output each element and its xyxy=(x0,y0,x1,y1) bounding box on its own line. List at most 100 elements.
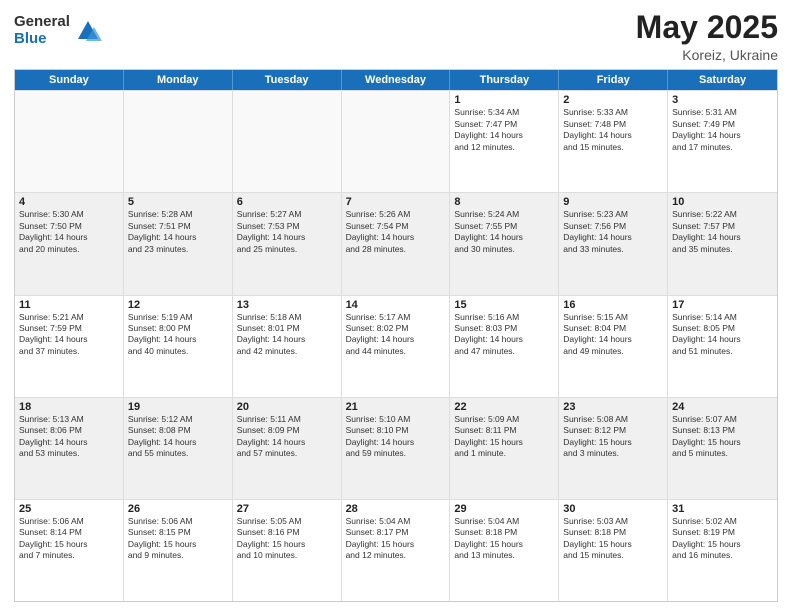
cell-info: Sunrise: 5:05 AMSunset: 8:16 PMDaylight:… xyxy=(237,516,337,562)
day-number: 18 xyxy=(19,401,119,413)
calendar-row-0: 1Sunrise: 5:34 AMSunset: 7:47 PMDaylight… xyxy=(15,90,777,192)
day-number: 8 xyxy=(454,196,554,208)
header-day-saturday: Saturday xyxy=(668,70,777,90)
cal-cell xyxy=(124,91,233,192)
cal-cell: 18Sunrise: 5:13 AMSunset: 8:06 PMDayligh… xyxy=(15,398,124,499)
day-number: 15 xyxy=(454,299,554,311)
day-number: 10 xyxy=(672,196,773,208)
cell-info: Sunrise: 5:04 AMSunset: 8:17 PMDaylight:… xyxy=(346,516,446,562)
cal-cell xyxy=(233,91,342,192)
cal-cell: 19Sunrise: 5:12 AMSunset: 8:08 PMDayligh… xyxy=(124,398,233,499)
day-number: 27 xyxy=(237,503,337,515)
logo-text: General Blue xyxy=(14,14,70,47)
day-number: 17 xyxy=(672,299,773,311)
header: General Blue May 2025 Koreiz, Ukraine xyxy=(14,10,778,63)
day-number: 30 xyxy=(563,503,663,515)
calendar-row-3: 18Sunrise: 5:13 AMSunset: 8:06 PMDayligh… xyxy=(15,397,777,499)
day-number: 25 xyxy=(19,503,119,515)
cell-info: Sunrise: 5:23 AMSunset: 7:56 PMDaylight:… xyxy=(563,209,663,255)
day-number: 9 xyxy=(563,196,663,208)
day-number: 16 xyxy=(563,299,663,311)
day-number: 24 xyxy=(672,401,773,413)
cal-cell: 11Sunrise: 5:21 AMSunset: 7:59 PMDayligh… xyxy=(15,296,124,397)
cell-info: Sunrise: 5:16 AMSunset: 8:03 PMDaylight:… xyxy=(454,312,554,358)
calendar-row-2: 11Sunrise: 5:21 AMSunset: 7:59 PMDayligh… xyxy=(15,295,777,397)
day-number: 1 xyxy=(454,94,554,106)
calendar-body: 1Sunrise: 5:34 AMSunset: 7:47 PMDaylight… xyxy=(15,90,777,601)
cal-cell: 3Sunrise: 5:31 AMSunset: 7:49 PMDaylight… xyxy=(668,91,777,192)
day-number: 12 xyxy=(128,299,228,311)
cell-info: Sunrise: 5:15 AMSunset: 8:04 PMDaylight:… xyxy=(563,312,663,358)
month-year: May 2025 xyxy=(636,10,778,45)
cell-info: Sunrise: 5:13 AMSunset: 8:06 PMDaylight:… xyxy=(19,414,119,460)
day-number: 28 xyxy=(346,503,446,515)
cal-cell: 10Sunrise: 5:22 AMSunset: 7:57 PMDayligh… xyxy=(668,193,777,294)
calendar-row-4: 25Sunrise: 5:06 AMSunset: 8:14 PMDayligh… xyxy=(15,499,777,601)
day-number: 29 xyxy=(454,503,554,515)
cell-info: Sunrise: 5:24 AMSunset: 7:55 PMDaylight:… xyxy=(454,209,554,255)
cell-info: Sunrise: 5:04 AMSunset: 8:18 PMDaylight:… xyxy=(454,516,554,562)
cell-info: Sunrise: 5:14 AMSunset: 8:05 PMDaylight:… xyxy=(672,312,773,358)
day-number: 7 xyxy=(346,196,446,208)
header-day-monday: Monday xyxy=(124,70,233,90)
calendar-header: SundayMondayTuesdayWednesdayThursdayFrid… xyxy=(15,70,777,90)
cal-cell: 30Sunrise: 5:03 AMSunset: 8:18 PMDayligh… xyxy=(559,500,668,601)
cell-info: Sunrise: 5:28 AMSunset: 7:51 PMDaylight:… xyxy=(128,209,228,255)
title-block: May 2025 Koreiz, Ukraine xyxy=(636,10,778,63)
cell-info: Sunrise: 5:30 AMSunset: 7:50 PMDaylight:… xyxy=(19,209,119,255)
cell-info: Sunrise: 5:02 AMSunset: 8:19 PMDaylight:… xyxy=(672,516,773,562)
cell-info: Sunrise: 5:18 AMSunset: 8:01 PMDaylight:… xyxy=(237,312,337,358)
cal-cell: 20Sunrise: 5:11 AMSunset: 8:09 PMDayligh… xyxy=(233,398,342,499)
cell-info: Sunrise: 5:03 AMSunset: 8:18 PMDaylight:… xyxy=(563,516,663,562)
cal-cell xyxy=(342,91,451,192)
day-number: 26 xyxy=(128,503,228,515)
cal-cell: 12Sunrise: 5:19 AMSunset: 8:00 PMDayligh… xyxy=(124,296,233,397)
cal-cell: 31Sunrise: 5:02 AMSunset: 8:19 PMDayligh… xyxy=(668,500,777,601)
cal-cell: 24Sunrise: 5:07 AMSunset: 8:13 PMDayligh… xyxy=(668,398,777,499)
day-number: 20 xyxy=(237,401,337,413)
logo-general: General xyxy=(14,14,70,31)
header-day-wednesday: Wednesday xyxy=(342,70,451,90)
cal-cell: 22Sunrise: 5:09 AMSunset: 8:11 PMDayligh… xyxy=(450,398,559,499)
cell-info: Sunrise: 5:12 AMSunset: 8:08 PMDaylight:… xyxy=(128,414,228,460)
cal-cell: 8Sunrise: 5:24 AMSunset: 7:55 PMDaylight… xyxy=(450,193,559,294)
cal-cell: 23Sunrise: 5:08 AMSunset: 8:12 PMDayligh… xyxy=(559,398,668,499)
cal-cell: 13Sunrise: 5:18 AMSunset: 8:01 PMDayligh… xyxy=(233,296,342,397)
cell-info: Sunrise: 5:06 AMSunset: 8:15 PMDaylight:… xyxy=(128,516,228,562)
cal-cell: 28Sunrise: 5:04 AMSunset: 8:17 PMDayligh… xyxy=(342,500,451,601)
header-day-sunday: Sunday xyxy=(15,70,124,90)
cell-info: Sunrise: 5:07 AMSunset: 8:13 PMDaylight:… xyxy=(672,414,773,460)
page: General Blue May 2025 Koreiz, Ukraine Su… xyxy=(0,0,792,612)
day-number: 14 xyxy=(346,299,446,311)
header-day-thursday: Thursday xyxy=(450,70,559,90)
cal-cell: 16Sunrise: 5:15 AMSunset: 8:04 PMDayligh… xyxy=(559,296,668,397)
cell-info: Sunrise: 5:26 AMSunset: 7:54 PMDaylight:… xyxy=(346,209,446,255)
cal-cell: 25Sunrise: 5:06 AMSunset: 8:14 PMDayligh… xyxy=(15,500,124,601)
cell-info: Sunrise: 5:22 AMSunset: 7:57 PMDaylight:… xyxy=(672,209,773,255)
day-number: 4 xyxy=(19,196,119,208)
cell-info: Sunrise: 5:10 AMSunset: 8:10 PMDaylight:… xyxy=(346,414,446,460)
cell-info: Sunrise: 5:08 AMSunset: 8:12 PMDaylight:… xyxy=(563,414,663,460)
day-number: 2 xyxy=(563,94,663,106)
cell-info: Sunrise: 5:31 AMSunset: 7:49 PMDaylight:… xyxy=(672,107,773,153)
cal-cell xyxy=(15,91,124,192)
day-number: 23 xyxy=(563,401,663,413)
cell-info: Sunrise: 5:33 AMSunset: 7:48 PMDaylight:… xyxy=(563,107,663,153)
cell-info: Sunrise: 5:06 AMSunset: 8:14 PMDaylight:… xyxy=(19,516,119,562)
header-day-friday: Friday xyxy=(559,70,668,90)
cal-cell: 4Sunrise: 5:30 AMSunset: 7:50 PMDaylight… xyxy=(15,193,124,294)
cal-cell: 26Sunrise: 5:06 AMSunset: 8:15 PMDayligh… xyxy=(124,500,233,601)
logo: General Blue xyxy=(14,14,102,47)
cal-cell: 27Sunrise: 5:05 AMSunset: 8:16 PMDayligh… xyxy=(233,500,342,601)
cal-cell: 5Sunrise: 5:28 AMSunset: 7:51 PMDaylight… xyxy=(124,193,233,294)
day-number: 5 xyxy=(128,196,228,208)
cell-info: Sunrise: 5:34 AMSunset: 7:47 PMDaylight:… xyxy=(454,107,554,153)
cell-info: Sunrise: 5:17 AMSunset: 8:02 PMDaylight:… xyxy=(346,312,446,358)
cal-cell: 2Sunrise: 5:33 AMSunset: 7:48 PMDaylight… xyxy=(559,91,668,192)
header-day-tuesday: Tuesday xyxy=(233,70,342,90)
location: Koreiz, Ukraine xyxy=(636,47,778,63)
cal-cell: 6Sunrise: 5:27 AMSunset: 7:53 PMDaylight… xyxy=(233,193,342,294)
day-number: 21 xyxy=(346,401,446,413)
cal-cell: 9Sunrise: 5:23 AMSunset: 7:56 PMDaylight… xyxy=(559,193,668,294)
day-number: 11 xyxy=(19,299,119,311)
